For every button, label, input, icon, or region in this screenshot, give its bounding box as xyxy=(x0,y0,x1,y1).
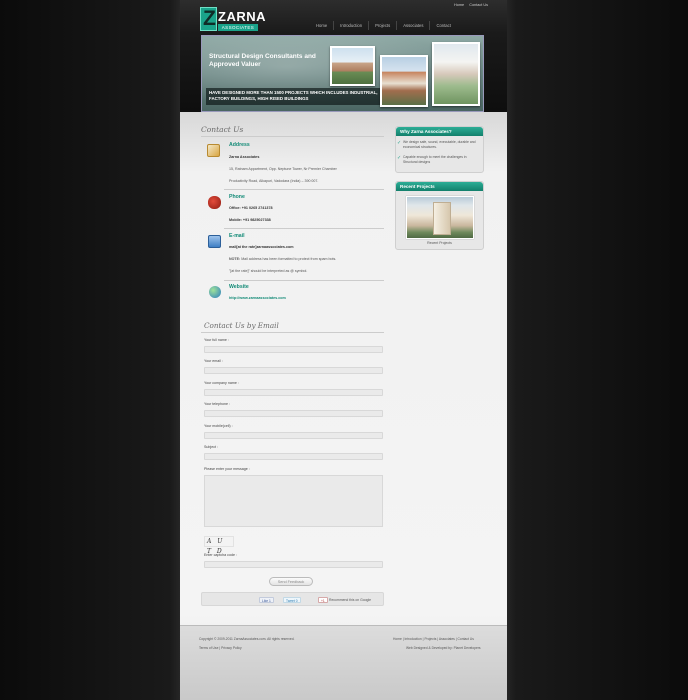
main-nav: Home Introduction Projects Associates Co… xyxy=(310,21,457,30)
company-name: Zarna Associates xyxy=(229,155,260,159)
logo-wordmark: ZARNA xyxy=(218,9,266,24)
company-input[interactable] xyxy=(204,389,383,396)
email-heading: E-mail xyxy=(229,233,245,239)
company-label: Your company name : xyxy=(204,381,239,385)
footer-link-home[interactable]: Home xyxy=(393,637,402,641)
nav-item-associates[interactable]: Associates xyxy=(396,21,429,30)
email-label: Your email : xyxy=(204,359,223,363)
banner-strip: HAVE DESIGNED MORE THAN 1500 PROJECTS WH… xyxy=(206,88,382,105)
why-item: ✓ Capable enough to meet the challenges … xyxy=(397,155,467,164)
full-name-input[interactable] xyxy=(204,346,383,353)
divider xyxy=(224,280,384,281)
copyright: Copyright © 2009-2011 ZarnaAssociates.co… xyxy=(199,637,295,641)
divider xyxy=(201,136,384,137)
banner-photo-building xyxy=(380,55,428,107)
check-icon: ✓ xyxy=(397,155,402,161)
logo-subtitle: ASSOCIATES xyxy=(218,24,258,31)
captcha-input[interactable] xyxy=(204,561,383,568)
email-note-2: "[at the rate]" should be interpreted as… xyxy=(229,269,308,273)
subject-label: Subject : xyxy=(204,445,218,449)
privacy-link[interactable]: Privacy Policy xyxy=(221,646,242,650)
banner-photo-house xyxy=(330,46,375,86)
address-heading: Address xyxy=(229,142,250,148)
recommend-text: Recommend this on Google xyxy=(329,598,372,602)
phone-heading: Phone xyxy=(229,194,245,200)
mobile-phone: Mobile: +91 9825027338 xyxy=(229,218,271,222)
captcha-label: Enter captcha code : xyxy=(204,553,237,557)
divider xyxy=(201,332,384,333)
terms-link[interactable]: Terms of Use xyxy=(199,646,218,650)
tweet-button[interactable]: Tweet 0 xyxy=(283,597,301,603)
form-title: Contact Us by Email xyxy=(204,321,279,330)
nav-item-projects[interactable]: Projects xyxy=(368,21,396,30)
banner-title: Structural Design Consultants and Approv… xyxy=(209,53,316,68)
mobile-input[interactable] xyxy=(204,432,383,439)
google-plus-button[interactable]: +1 xyxy=(318,597,328,603)
designer-credit: Web Designed & Developed by: Planet Deve… xyxy=(406,646,481,650)
email-input[interactable] xyxy=(204,367,383,374)
nav-item-introduction[interactable]: Introduction xyxy=(333,21,368,30)
message-label: Please enter your message : xyxy=(204,467,250,471)
why-item: ✓ We design safe, sound, executable, dur… xyxy=(397,140,476,149)
footer-link-contact[interactable]: Contact Us xyxy=(458,637,474,641)
why-zarna-box: Why Zarna Associates? ✓ We design safe, … xyxy=(395,126,484,173)
recent-projects-heading: Recent Projects xyxy=(396,182,483,191)
globe-icon xyxy=(209,286,221,298)
address-book-icon xyxy=(207,144,220,157)
full-name-label: Your full name : xyxy=(204,338,229,342)
banner-photo-model xyxy=(432,42,480,106)
top-link-home[interactable]: Home xyxy=(454,3,464,7)
subject-input[interactable] xyxy=(204,453,383,460)
email-address: mail[at the rate]zarnaassociates.com xyxy=(229,245,294,249)
website-link[interactable]: http://www.zarnaassociates.com xyxy=(229,296,286,300)
nav-item-home[interactable]: Home xyxy=(310,21,333,30)
divider xyxy=(224,228,384,229)
page-title: Contact Us xyxy=(201,125,244,134)
check-icon: ✓ xyxy=(397,140,402,146)
logo[interactable]: Z ZARNA ASSOCIATES xyxy=(200,7,266,31)
send-feedback-button[interactable]: Send Feedback xyxy=(269,577,313,586)
mobile-label: Your mobile(cell) : xyxy=(204,424,233,428)
message-textarea[interactable] xyxy=(204,475,383,527)
top-link-contact[interactable]: Contact Us xyxy=(469,3,488,7)
recent-projects-box: Recent Projects Recent Projects xyxy=(395,181,484,250)
hero-banner: Structural Design Consultants and Approv… xyxy=(201,35,484,112)
project-photo[interactable] xyxy=(406,196,474,239)
footer-nav: Home | Introduction | Projects | Associa… xyxy=(393,637,474,641)
footer-link-projects[interactable]: Projects xyxy=(424,637,436,641)
project-caption: Recent Projects xyxy=(427,241,452,245)
address-line-2: Productivity Road, Alkapuri, Vadodara (I… xyxy=(229,179,319,183)
banner-subtitle: HAVE DESIGNED MORE THAN 1500 PROJECTS WH… xyxy=(209,90,378,101)
phone-icon xyxy=(208,196,221,209)
email-note: NOTE: Mail address has been formatted to… xyxy=(229,257,337,261)
telephone-label: Your telephone : xyxy=(204,402,231,406)
footer-link-introduction[interactable]: Introduction xyxy=(405,637,422,641)
telephone-input[interactable] xyxy=(204,410,383,417)
website-heading: Website xyxy=(229,284,249,290)
office-phone: Office: +91 0265 2741378 xyxy=(229,206,273,210)
footer-legal-links: Terms of Use | Privacy Policy xyxy=(199,646,242,650)
logo-mark: Z xyxy=(200,7,217,31)
divider xyxy=(224,189,384,190)
top-links: Home Contact Us xyxy=(454,3,492,7)
share-bar: Like 1 Tweet 0 +1 Recommend this on Goog… xyxy=(201,592,384,606)
captcha-image: A U T D xyxy=(204,536,234,555)
address-line-1: 15, Ratnam Appartment, Opp. Neptune Towe… xyxy=(229,167,337,171)
nav-item-contact[interactable]: Contact xyxy=(429,21,456,30)
facebook-like-button[interactable]: Like 1 xyxy=(259,597,274,603)
email-icon xyxy=(208,235,221,248)
footer-link-associates[interactable]: Associates xyxy=(439,637,455,641)
why-heading: Why Zarna Associates? xyxy=(396,127,483,136)
